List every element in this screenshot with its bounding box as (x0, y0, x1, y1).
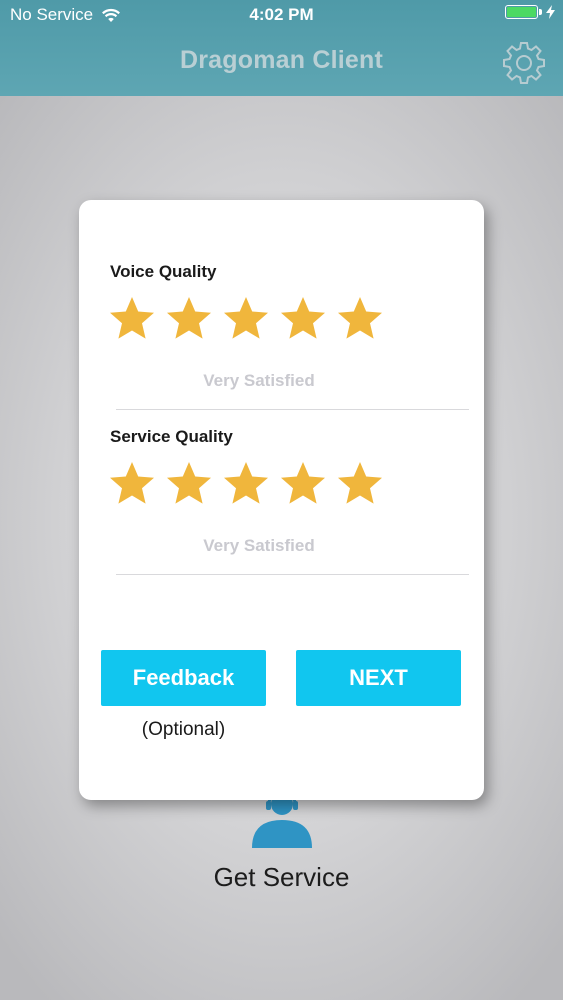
service-quality-title: Service Quality (110, 427, 233, 446)
rating-dialog: Voice Quality Very Satisfied Service Qua… (79, 200, 484, 800)
app-title: Dragoman Client (179, 46, 384, 74)
star-icon[interactable] (336, 460, 384, 508)
status-time: 4:02 PM (249, 5, 314, 24)
service-quality-rating-text: Very Satisfied (203, 536, 315, 555)
star-icon[interactable] (108, 295, 156, 343)
star-icon[interactable] (165, 460, 213, 508)
star-icon[interactable] (336, 295, 384, 343)
star-icon[interactable] (279, 295, 327, 343)
app-screen: No Service 4:02 PM Dragoman Client Get S… (0, 0, 563, 1000)
navigation-bar: No Service 4:02 PM Dragoman Client (0, 0, 563, 96)
voice-quality-rating-text: Very Satisfied (203, 371, 315, 390)
divider (116, 574, 469, 575)
charging-bolt-icon (546, 5, 555, 19)
divider (116, 409, 469, 410)
star-icon[interactable] (222, 295, 270, 343)
star-icon[interactable] (108, 460, 156, 508)
get-service-label[interactable]: Get Service (0, 862, 563, 893)
voice-quality-title: Voice Quality (110, 262, 217, 281)
feedback-button[interactable]: Feedback (101, 650, 266, 706)
star-icon[interactable] (279, 460, 327, 508)
battery-indicator (505, 5, 555, 19)
star-icon[interactable] (222, 460, 270, 508)
feedback-optional-note: (Optional) (141, 719, 226, 740)
next-button[interactable]: NEXT (296, 650, 461, 706)
gear-icon[interactable] (501, 40, 547, 86)
service-quality-stars (108, 460, 384, 508)
battery-icon (505, 5, 538, 19)
voice-quality-stars (108, 295, 384, 343)
star-icon[interactable] (165, 295, 213, 343)
